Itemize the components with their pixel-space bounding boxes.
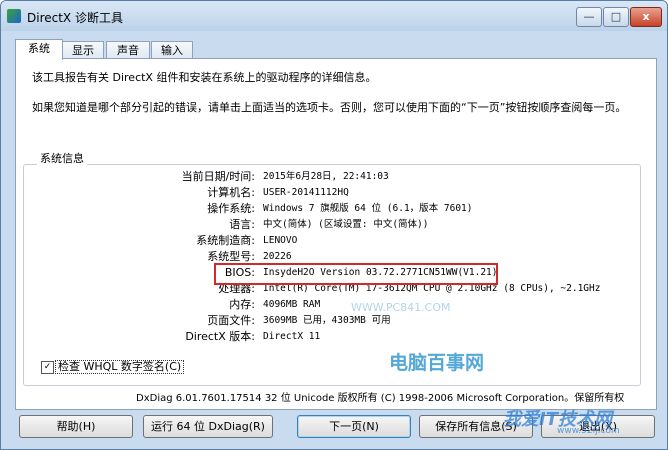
directx-diagnostic-window: DirectX 诊断工具 — □ x 系统 显示 声音 输入 该工具报告有关 D… bbox=[0, 0, 668, 450]
title-bar[interactable]: DirectX 诊断工具 — □ x bbox=[1, 1, 667, 31]
computer-name-value: USER-20141112HQ bbox=[263, 187, 349, 198]
manufacturer-label: 系统制造商: bbox=[196, 234, 255, 247]
directx-icon bbox=[7, 9, 21, 23]
copyright-text: DxDiag 6.01.7601.17514 32 位 Unicode 版权所有… bbox=[136, 393, 625, 404]
row-page-file: 页面文件: 3609MB 已用，4303MB 可用 bbox=[1, 313, 667, 329]
os-value: Windows 7 旗舰版 64 位 (6.1，版本 7601) bbox=[263, 203, 473, 214]
minimize-button[interactable]: — bbox=[576, 7, 602, 27]
language-label: 语言: bbox=[229, 218, 255, 231]
tab-input[interactable]: 输入 bbox=[151, 41, 193, 59]
bios-highlight-box bbox=[214, 263, 498, 285]
row-computer-name: 计算机名: USER-20141112HQ bbox=[1, 185, 667, 201]
datetime-label: 当前日期/时间: bbox=[181, 170, 255, 183]
computer-name-label: 计算机名: bbox=[207, 186, 255, 199]
watermark-brand-url: www.52ij.com bbox=[557, 426, 620, 436]
tab-sound[interactable]: 声音 bbox=[106, 41, 150, 59]
os-label: 操作系统: bbox=[207, 202, 255, 215]
language-value: 中文(简体) (区域设置: 中文(简体)) bbox=[263, 219, 429, 230]
manufacturer-value: LENOVO bbox=[263, 235, 298, 246]
memory-value: 4096MB RAM bbox=[263, 299, 321, 310]
next-page-button[interactable]: 下一页(N) bbox=[297, 415, 411, 438]
system-info-group-label: 系统信息 bbox=[37, 150, 87, 166]
memory-label: 内存: bbox=[229, 298, 255, 311]
whql-checkbox[interactable]: ✓ bbox=[41, 361, 54, 374]
row-memory: 内存: 4096MB RAM bbox=[1, 297, 667, 313]
row-language: 语言: 中文(简体) (区域设置: 中文(简体)) bbox=[1, 217, 667, 233]
row-datetime: 当前日期/时间: 2015年6月28日, 22:41:03 bbox=[1, 169, 667, 185]
watermark-site-url: WWW.PC841.COM bbox=[351, 301, 451, 314]
whql-checkbox-label[interactable]: 检查 WHQL 数字签名(C) bbox=[55, 360, 185, 374]
intro-text: 该工具报告有关 DirectX 组件和安装在系统上的驱动程序的详细信息。 bbox=[32, 71, 377, 84]
directx-version-label: DirectX 版本: bbox=[185, 330, 255, 343]
tab-display[interactable]: 显示 bbox=[62, 41, 104, 59]
datetime-value: 2015年6月28日, 22:41:03 bbox=[263, 171, 389, 182]
row-os: 操作系统: Windows 7 旗舰版 64 位 (6.1，版本 7601) bbox=[1, 201, 667, 217]
page-file-value: 3609MB 已用，4303MB 可用 bbox=[263, 315, 391, 326]
tab-system[interactable]: 系统 bbox=[15, 39, 63, 60]
row-manufacturer: 系统制造商: LENOVO bbox=[1, 233, 667, 249]
row-directx-version: DirectX 版本: DirectX 11 bbox=[1, 329, 667, 345]
window-title: DirectX 诊断工具 bbox=[27, 11, 123, 25]
help-button[interactable]: 帮助(H) bbox=[19, 415, 133, 438]
maximize-button[interactable]: □ bbox=[603, 7, 629, 27]
directx-version-value: DirectX 11 bbox=[263, 331, 321, 342]
watermark-site-name: 电脑百事网 bbox=[389, 352, 485, 374]
close-button[interactable]: x bbox=[630, 7, 662, 27]
page-file-label: 页面文件: bbox=[207, 314, 255, 327]
intro-text-navigation: 如果您知道是哪个部分引起的错误，请单击上面适当的选项卡。否则，您可以使用下面的“… bbox=[32, 101, 627, 114]
run-64bit-dxdiag-button[interactable]: 运行 64 位 DxDiag(R) bbox=[143, 415, 273, 438]
